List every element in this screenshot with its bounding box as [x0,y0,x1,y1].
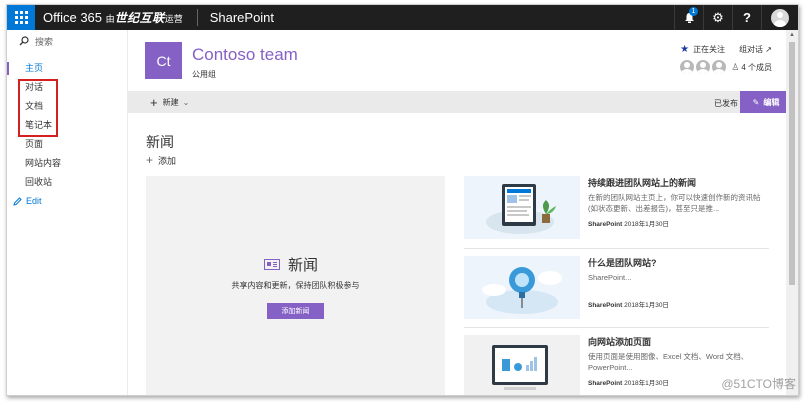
news-thumbnail [464,256,580,319]
news-description: 使用页面是使用图像、Excel 文档、Word 文档、PowerPoint... [588,352,749,372]
account-button[interactable] [761,5,798,30]
follow-button[interactable]: 正在关注 [693,44,725,55]
member-avatar [680,60,695,74]
news-text: 什么是团队网站? SharePoint... SharePoint 2018年1… [588,256,769,309]
left-navigation: 搜索 主页 对话 文档 笔记本 页面 网站内容 回收站 Edit [7,30,128,395]
watermark: @51CTO博客 [721,377,796,391]
news-hero-placeholder: 新闻 共享内容和更新，保持团队积极参与 添加新闻 [146,176,445,395]
newspaper-icon [264,259,280,270]
nav-edit-label: Edit [26,196,42,206]
nav-item-home[interactable]: 主页 [7,59,127,78]
search-placeholder: 搜索 [35,36,54,47]
site-title[interactable]: Contoso team [192,45,298,65]
hero-description: 共享内容和更新，保持团队积极参与 [231,281,360,290]
tablet-illustration [486,184,556,234]
waffle-icon [14,11,28,24]
site-logo[interactable]: Ct [145,42,182,79]
new-label: 新建 [162,97,179,107]
news-description: SharePoint... [588,273,632,282]
page-illustration [464,335,580,395]
news-meta: SharePoint 2018年1月30日 [588,299,769,309]
annotation-highlight-box [18,79,58,137]
vertical-scrollbar[interactable]: ▲ [786,30,798,395]
news-date: 2018年1月30日 [624,380,669,387]
brand-operator: 世纪互联 [114,11,165,25]
search-box[interactable]: 搜索 [7,30,127,52]
news-title[interactable]: 持续跟进团队网站上的新闻 [588,176,769,189]
star-icon[interactable]: ★ [680,44,689,55]
pencil-icon: ✎ [752,97,760,107]
sharepoint-window: Office 365 由世纪互联运营 SharePoint 1 ⚙ ? 搜索 主… [6,4,799,396]
nav-item-pages[interactable]: 页面 [7,135,127,154]
brand-prefix: Office 365 [43,10,103,25]
suite-actions: 1 ⚙ ? [674,5,798,30]
add-label: 添加 [158,155,177,166]
pencil-icon [13,197,22,206]
brand-by: 由 [105,14,115,24]
suite-divider [196,9,198,26]
news-title[interactable]: 向网站添加页面 [588,335,769,348]
news-date: 2018年1月30日 [624,221,669,228]
edit-label: 编辑 [763,97,780,107]
app-name[interactable]: SharePoint [210,10,274,25]
members-count: 4 个成员 [741,62,772,72]
news-text: 持续跟进团队网站上的新闻 在新的团队网站主页上，你可以快速创作新的资讯帖(如状态… [588,176,769,228]
main-content: Ct Contoso team 公用组 ★ 正在关注 组对话 ↗ ♙ 4 个成员… [128,30,798,395]
nav-edit-link[interactable]: Edit [7,192,127,211]
notifications-button[interactable]: 1 [674,5,703,30]
news-divider [464,248,769,249]
news-source: SharePoint [588,302,623,309]
edit-page-button[interactable]: ✎ 编辑 [740,91,792,113]
news-thumbnail [464,335,580,395]
news-item[interactable]: 持续跟进团队网站上的新闻 在新的团队网站主页上，你可以快速创作新的资讯帖(如状态… [464,176,769,248]
news-thumbnail [464,176,580,239]
notification-badge: 1 [689,7,698,16]
avatar [771,8,789,27]
news-divider [464,327,769,328]
office-365-brand[interactable]: Office 365 由世纪互联运营 [43,9,183,26]
brand-suffix: 运营 [164,14,183,24]
person-icon: ♙ [731,61,740,72]
app-launcher-button[interactable] [7,5,35,30]
news-meta: SharePoint 2018年1月30日 [588,218,769,228]
nav-item-recycle-bin[interactable]: 回收站 [7,173,127,192]
plus-icon: + [146,153,154,167]
member-avatar [712,60,727,74]
nav-item-site-contents[interactable]: 网站内容 [7,154,127,173]
news-date: 2018年1月30日 [624,302,669,309]
command-bar: + 新建 ⌄ 已发布 ✎ 编辑 [128,91,798,113]
site-subtitle: 公用组 [192,70,216,79]
members-area[interactable]: ♙ 4 个成员 [680,60,772,74]
news-section-title: 新闻 [146,134,174,150]
help-button[interactable]: ? [732,5,761,30]
follow-area: ★ 正在关注 组对话 ↗ [680,44,772,55]
site-header: Ct Contoso team 公用组 ★ 正在关注 组对话 ↗ ♙ 4 个成员 [128,30,798,91]
search-icon [19,36,29,46]
hero-title: 新闻 [288,257,319,274]
plus-icon: + [150,94,158,110]
scroll-thumb[interactable] [789,42,795,285]
help-icon: ? [743,10,751,25]
suite-bar: Office 365 由世纪互联运营 SharePoint 1 ⚙ ? [7,5,798,30]
news-source: SharePoint [588,380,623,387]
add-news-link[interactable]: + 添加 [146,153,176,167]
news-item[interactable]: 什么是团队网站? SharePoint... SharePoint 2018年1… [464,256,769,328]
settings-button[interactable]: ⚙ [703,5,732,30]
new-button[interactable]: + 新建 ⌄ [150,95,189,110]
gear-icon: ⚙ [712,9,724,25]
add-news-button[interactable]: 添加新闻 [267,303,324,319]
published-status: 已发布 [714,99,738,108]
news-description: 在新的团队网站主页上，你可以快速创作新的资讯帖(如状态更新、出差报告)，甚至只是… [588,193,761,213]
scroll-up-arrow-icon[interactable]: ▲ [789,32,795,38]
lightbulb-illustration [482,267,562,314]
chevron-down-icon: ⌄ [182,97,190,107]
member-avatar [696,60,711,74]
group-conversation-link[interactable]: 组对话 ↗ [739,44,772,55]
news-source: SharePoint [588,221,623,228]
news-title[interactable]: 什么是团队网站? [588,256,769,269]
hero-heading: 新闻 [264,254,318,275]
